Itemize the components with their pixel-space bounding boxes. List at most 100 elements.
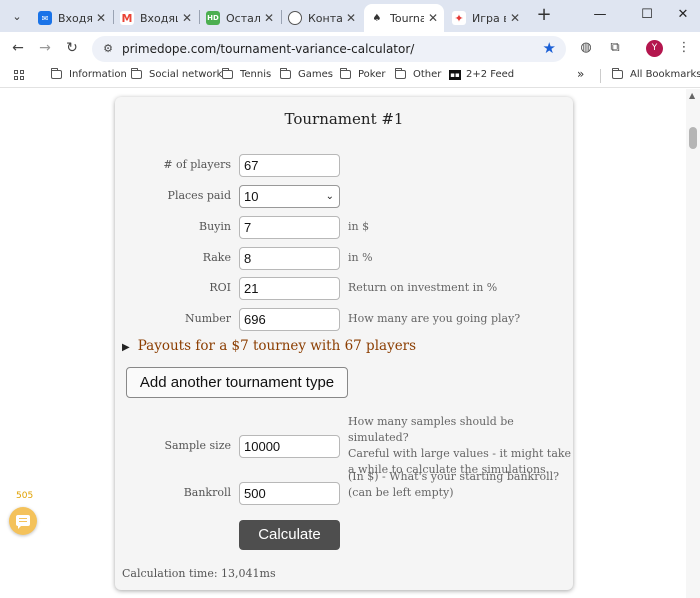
bookmarks-bar: Information Social network Tennis Games … xyxy=(0,64,700,88)
tab-title: Входящие xyxy=(58,11,92,25)
hint-line: (can be left empty) xyxy=(348,486,454,499)
chat-button[interactable] xyxy=(9,507,37,535)
payouts-toggle[interactable]: ▶ Payouts for a $7 tourney with 67 player… xyxy=(122,338,416,354)
tab-5-active[interactable]: ♠ Tournament ✕ xyxy=(364,4,444,32)
places-paid-label: Places paid xyxy=(167,189,231,202)
tab-2[interactable]: M Входящие ✕ xyxy=(114,4,198,32)
folder-icon xyxy=(612,68,623,79)
places-paid-value: 10 xyxy=(244,189,259,204)
bookmark-label: 2+2 Feed xyxy=(466,69,515,80)
folder-icon xyxy=(222,68,233,79)
new-tab-button[interactable]: + xyxy=(534,6,554,26)
chat-counter: 505 xyxy=(16,491,34,501)
tab-search-dropdown-icon[interactable]: ⌄ xyxy=(6,6,28,26)
bookmark-label: Information xyxy=(69,69,127,80)
tab-4[interactable]: Контакт ✕ xyxy=(282,4,362,32)
page-content: 505 Tournament #1 # of players 67 Places… xyxy=(0,89,700,598)
page-scrollbar[interactable]: ▲ xyxy=(686,89,700,598)
game-favicon-icon: ✦ xyxy=(452,11,466,25)
maximize-icon[interactable]: ☐ xyxy=(632,4,662,26)
extensions-icon[interactable]: ⧉ xyxy=(605,38,625,58)
menu-kebab-icon[interactable]: ⋮ xyxy=(674,38,694,58)
bookmark-label: Tennis xyxy=(240,69,272,80)
close-icon[interactable]: ✕ xyxy=(264,11,274,25)
twoplustwo-favicon-icon: ▪▪ xyxy=(449,69,461,80)
chat-bubble-icon xyxy=(16,515,30,529)
all-bookmarks-button[interactable]: All Bookmarks xyxy=(612,68,700,80)
bookmark-2plus2-feed[interactable]: ▪▪ 2+2 Feed xyxy=(449,69,514,80)
bookmark-label: Poker xyxy=(358,69,386,80)
roi-label: ROI xyxy=(209,281,231,294)
bookmarks-divider xyxy=(600,69,601,83)
bookmark-tennis[interactable]: Tennis xyxy=(222,68,272,80)
bookmarks-overflow-button[interactable]: » xyxy=(577,67,584,81)
number-label: Number xyxy=(185,312,231,325)
close-icon[interactable]: ✕ xyxy=(510,11,520,25)
site-info-icon[interactable]: ⚙ xyxy=(100,41,116,57)
bankroll-input[interactable]: 500 xyxy=(239,482,340,505)
translate-icon[interactable]: ◍ xyxy=(576,38,596,58)
add-tournament-button[interactable]: Add another tournament type xyxy=(126,367,348,398)
bankroll-hint: (In $) - What's your starting bankroll? … xyxy=(348,469,559,501)
number-hint: How many are you going play? xyxy=(348,312,521,325)
buyin-input[interactable]: 7 xyxy=(239,216,340,239)
calculate-button[interactable]: Calculate xyxy=(239,520,340,550)
tab-title: Контакт xyxy=(308,11,342,25)
rake-label: Rake xyxy=(202,251,231,264)
rake-input[interactable]: 8 xyxy=(239,247,340,270)
roi-input[interactable]: 21 xyxy=(239,277,340,300)
sample-size-input[interactable]: 10000 xyxy=(239,435,340,458)
bankroll-label: Bankroll xyxy=(183,486,231,499)
globe-favicon-icon xyxy=(288,11,302,25)
tab-6[interactable]: ✦ Игра в ✕ xyxy=(446,4,526,32)
scrollbar-thumb[interactable] xyxy=(689,127,697,149)
roi-hint: Return on investment in % xyxy=(348,281,498,294)
buyin-hint: in $ xyxy=(348,220,370,233)
tab-title: Осталось xyxy=(226,11,260,25)
window-close-icon[interactable]: ✕ xyxy=(668,4,698,26)
address-bar[interactable]: ⚙ primedope.com/tournament-variance-calc… xyxy=(92,36,566,62)
tournament-title: Tournament #1 xyxy=(284,110,404,128)
tab-3[interactable]: HD Осталось ✕ xyxy=(200,4,280,32)
tab-title: Входящие xyxy=(140,11,178,25)
poker-chip-favicon-icon: ♠ xyxy=(370,11,384,25)
close-icon[interactable]: ✕ xyxy=(346,11,356,25)
profile-avatar[interactable]: Y xyxy=(646,40,663,57)
apps-grid-icon[interactable] xyxy=(14,70,26,82)
close-icon[interactable]: ✕ xyxy=(96,11,106,25)
scroll-up-arrow-icon[interactable]: ▲ xyxy=(689,91,695,100)
url-text: primedope.com/tournament-variance-calcul… xyxy=(122,42,415,56)
bookmark-label: Social network xyxy=(149,69,223,80)
bookmark-other[interactable]: Other xyxy=(395,68,441,80)
bookmark-social-network[interactable]: Social network xyxy=(131,68,223,80)
close-icon[interactable]: ✕ xyxy=(182,11,192,25)
tab-title: Tournament xyxy=(390,11,424,25)
hint-line: (In $) - What's your starting bankroll? xyxy=(348,470,560,483)
folder-icon xyxy=(280,68,291,79)
players-label: # of players xyxy=(163,158,231,171)
close-icon[interactable]: ✕ xyxy=(428,11,438,25)
sample-size-label: Sample size xyxy=(164,439,231,452)
browser-toolbar: ← → ↻ ⚙ primedope.com/tournament-varianc… xyxy=(0,32,700,64)
tab-1[interactable]: ✉ Входящие ✕ xyxy=(32,4,112,32)
bookmark-games[interactable]: Games xyxy=(280,68,333,80)
bookmark-label: Games xyxy=(298,69,333,80)
hd-favicon-icon: HD xyxy=(206,11,220,25)
bookmark-star-icon[interactable]: ★ xyxy=(543,39,556,57)
calculation-time: Calculation time: 13,041ms xyxy=(122,567,276,580)
folder-icon xyxy=(51,68,62,79)
places-paid-select[interactable]: 10 ⌄ xyxy=(239,185,340,208)
reload-icon[interactable]: ↻ xyxy=(61,37,83,59)
mail-favicon-icon: ✉ xyxy=(38,11,52,25)
bookmark-poker[interactable]: Poker xyxy=(340,68,386,80)
back-arrow-icon[interactable]: ← xyxy=(7,37,29,59)
players-input[interactable]: 67 xyxy=(239,154,340,177)
folder-icon xyxy=(395,68,406,79)
number-input[interactable]: 696 xyxy=(239,308,340,331)
tab-title: Игра в xyxy=(472,11,506,25)
buyin-label: Buyin xyxy=(199,220,231,233)
bookmark-information[interactable]: Information xyxy=(51,68,127,80)
forward-arrow-icon[interactable]: → xyxy=(34,37,56,59)
minimize-icon[interactable]: — xyxy=(585,4,615,26)
gmail-favicon-icon: M xyxy=(120,11,134,25)
